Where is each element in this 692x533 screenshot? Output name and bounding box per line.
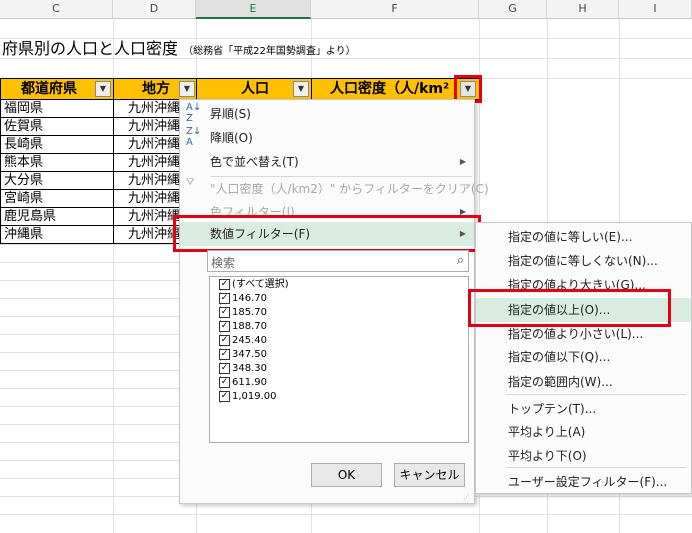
cell-prefecture[interactable]: 熊本県 — [0, 154, 114, 172]
filter-list-item[interactable]: ✓ 348.30 — [219, 362, 267, 376]
resize-grip-icon[interactable]: ⋰ — [463, 493, 470, 501]
cell-region[interactable]: 九州沖縄 — [113, 136, 183, 154]
cell-prefecture[interactable]: 大分県 — [0, 172, 114, 190]
checkbox-checked-icon[interactable]: ✓ — [219, 307, 230, 318]
checkbox-checked-icon[interactable]: ✓ — [219, 377, 230, 388]
filter-list-item-label: 185.70 — [232, 307, 267, 318]
header-prefecture-label: 都道府県 — [21, 81, 77, 97]
grid-line — [0, 514, 692, 515]
sort-ascending-icon: A↓ Z — [186, 102, 202, 124]
cell-prefecture[interactable]: 鹿児島県 — [0, 208, 114, 226]
column-header-i[interactable]: I — [619, 0, 692, 19]
filter-dropdown-icon[interactable]: ▼ — [95, 81, 111, 97]
cell-region[interactable]: 九州沖縄 — [113, 118, 183, 136]
menu-sort-by-color[interactable]: 色で並べ替え(T) ▶ — [180, 150, 474, 174]
filter-list-item[interactable]: ✓ 1,019.00 — [219, 390, 277, 404]
filter-list-item-label: 348.30 — [232, 363, 267, 374]
checkbox-checked-icon[interactable]: ✓ — [219, 349, 230, 360]
checkbox-checked-icon[interactable]: ✓ — [219, 391, 230, 402]
cell-prefecture[interactable]: 長崎県 — [0, 136, 114, 154]
filter-list-item-label: (すべて選択) — [232, 279, 289, 290]
column-header-f[interactable]: F — [311, 0, 479, 19]
cell-region[interactable]: 九州沖縄 — [113, 172, 183, 190]
menu-sort-descending[interactable]: Z↓ A 降順(O) — [180, 126, 474, 150]
cell-prefecture[interactable]: 沖縄県 — [0, 226, 114, 244]
cell-region[interactable]: 九州沖縄 — [113, 154, 183, 172]
header-density-label: 人口密度（人/km² — [330, 81, 450, 97]
filter-value-list[interactable]: ✓ (すべて選択) ✓ 146.70 ✓ 185.70 ✓ 188.70 ✓ 245.40 ✓ 347… — [209, 276, 469, 443]
menu-clear-filter: ⛛ "人口密度（人/km2）" からフィルターをクリア(C) — [180, 177, 489, 201]
sort-descending-icon: Z↓ A — [186, 126, 202, 148]
ok-button[interactable]: OK — [311, 463, 382, 487]
column-header-d[interactable]: D — [113, 0, 196, 19]
filter-list-item-label: 245.40 — [232, 335, 267, 346]
highlight-greater-or-equal — [468, 289, 671, 327]
number-filter-submenu: 指定の値に等しい(E)... 指定の値に等しくない(N)... 指定の値より大きい(… — [475, 222, 692, 494]
title-source: （総務省「平成22年国勢調査」より） — [183, 46, 356, 57]
checkbox-checked-icon[interactable]: ✓ — [219, 321, 230, 332]
submenu-separator — [506, 394, 686, 395]
filter-list-item-label: 146.70 — [232, 293, 267, 304]
header-population-label: 人口 — [241, 81, 269, 97]
title-main: 府県別の人口と人口密度 — [2, 39, 179, 58]
filter-list-item[interactable]: ✓ 245.40 — [219, 334, 267, 348]
submenu-item[interactable]: 指定の値に等しくない(N)... — [476, 249, 691, 273]
filter-list-item[interactable]: ✓ (すべて選択) — [219, 278, 289, 292]
filter-list-item-label: 611.90 — [232, 377, 267, 388]
search-placeholder: 検索 — [211, 256, 236, 270]
filter-list-item[interactable]: ✓ 188.70 — [219, 320, 267, 334]
checkbox-checked-icon[interactable]: ✓ — [219, 335, 230, 346]
filter-active-icon[interactable]: ▼ — [179, 81, 195, 97]
menu-sort-ascending[interactable]: A↓ Z 昇順(S) — [180, 102, 474, 126]
menu-sort-ascending-label: 昇順(S) — [210, 107, 251, 121]
column-header-c[interactable]: C — [0, 0, 113, 19]
column-header-g[interactable]: G — [479, 0, 547, 19]
submenu-item[interactable]: 平均より上(A) — [476, 420, 691, 444]
clear-filter-icon: ⛛ — [186, 177, 195, 188]
submenu-arrow-icon: ▶ — [459, 157, 466, 166]
submenu-item[interactable]: 平均より下(O) — [476, 444, 691, 468]
submenu-item[interactable]: 指定の範囲内(W)... — [476, 370, 691, 394]
filter-list-item[interactable]: ✓ 611.90 — [219, 376, 267, 390]
submenu-item[interactable]: トップテン(T)... — [476, 397, 691, 421]
submenu-separator — [506, 467, 686, 468]
filter-search-input[interactable]: 検索 ⌕ — [207, 250, 469, 272]
checkbox-checked-icon[interactable]: ✓ — [219, 279, 230, 290]
menu-sort-descending-label: 降順(O) — [210, 131, 253, 145]
filter-list-item-label: 188.70 — [232, 321, 267, 332]
sheet-title: 府県別の人口と人口密度 （総務省「平成22年国勢調査」より） — [2, 38, 356, 63]
header-region-label: 地方 — [142, 81, 170, 97]
cell-region[interactable]: 九州沖縄 — [113, 190, 183, 208]
column-header-h[interactable]: H — [547, 0, 619, 19]
submenu-item[interactable]: ユーザー設定フィルター(F)... — [476, 470, 691, 494]
column-header-e[interactable]: E — [196, 0, 311, 19]
filter-list-item[interactable]: ✓ 185.70 — [219, 306, 267, 320]
submenu-item[interactable]: 指定の値以下(Q)... — [476, 345, 691, 369]
filter-list-item[interactable]: ✓ 146.70 — [219, 292, 267, 306]
cell-prefecture[interactable]: 宮崎県 — [0, 190, 114, 208]
filter-list-item-label: 1,019.00 — [232, 391, 277, 402]
filter-dropdown-icon[interactable]: ▼ — [293, 81, 309, 97]
filter-list-item[interactable]: ✓ 347.50 — [219, 348, 267, 362]
cell-region[interactable]: 九州沖縄 — [113, 100, 183, 118]
menu-clear-filter-label: "人口密度（人/km2）" からフィルターをクリア(C) — [210, 182, 489, 196]
cell-prefecture[interactable]: 佐賀県 — [0, 118, 114, 136]
search-icon: ⌕ — [456, 253, 464, 268]
submenu-item[interactable]: 指定の値に等しい(E)... — [476, 225, 691, 249]
checkbox-checked-icon[interactable]: ✓ — [219, 293, 230, 304]
cancel-button[interactable]: キャンセル — [394, 463, 465, 487]
filter-list-item-label: 347.50 — [232, 349, 267, 360]
highlight-number-filter — [173, 215, 481, 252]
cell-prefecture[interactable]: 福岡県 — [0, 100, 114, 118]
menu-sort-by-color-label: 色で並べ替え(T) — [210, 155, 299, 169]
checkbox-checked-icon[interactable]: ✓ — [219, 363, 230, 374]
